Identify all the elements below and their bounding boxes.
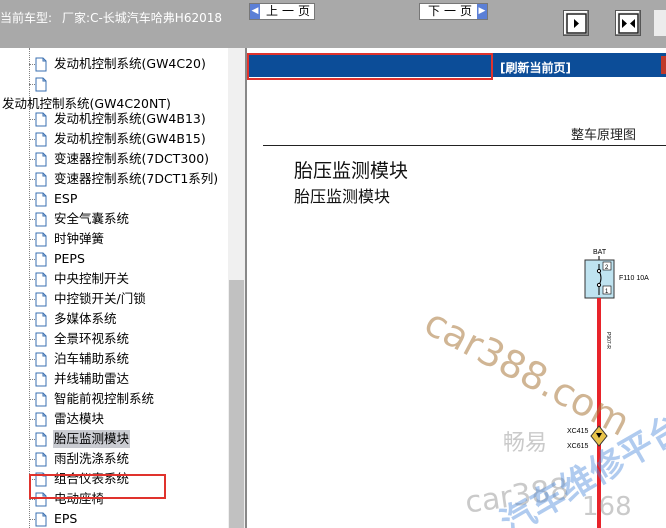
tree-item-label: 变速器控制系统(7DCT1系列) (54, 171, 219, 186)
tree-item[interactable]: 全景环视系统 (0, 330, 228, 348)
document-icon (35, 332, 47, 347)
edge-marker (661, 56, 666, 74)
document-icon (35, 152, 47, 167)
tree-item-label: 中控锁开关/门锁 (54, 291, 146, 306)
tree-item[interactable]: EPS (0, 510, 228, 528)
bat-label: BAT (593, 249, 607, 256)
tree-item[interactable]: 安全气囊系统 (0, 210, 228, 228)
nav-highlight-box (247, 53, 493, 80)
tree-item-label: 雷达模块 (54, 411, 105, 426)
tree-item[interactable]: 发动机控制系统(GW4C20) (0, 55, 228, 73)
document-icon (35, 172, 47, 187)
document-icon (35, 212, 47, 227)
tree-scrollbar[interactable] (228, 48, 245, 528)
tree-scrollbar-thumb[interactable] (229, 280, 244, 528)
tree-item[interactable]: 中控锁开关/门锁 (0, 290, 228, 308)
tree-item[interactable]: 发动机控制系统(GW4B13) (0, 110, 228, 128)
document-icon (35, 232, 47, 247)
prev-page-button[interactable]: ◀ 上一页 (249, 3, 315, 20)
tree-item-label: 雨刮洗涤系统 (54, 451, 130, 466)
document-icon (35, 112, 47, 127)
toolbar-edge (654, 10, 666, 36)
document-icon (35, 252, 47, 267)
model-value: 厂家:C-长城汽车哈弗H62018 (62, 11, 222, 25)
document-title: 胎压监测模块 (294, 160, 409, 182)
system-tree: 发动机控制系统(GW4C20) 发动机控制系统(GW4C20NT) 发动机控制系… (0, 48, 228, 528)
tree-item-label: 全景环视系统 (54, 331, 130, 346)
current-model-label: 当前车型: 厂家:C-长城汽车哈弗H62018 (0, 9, 222, 26)
watermark-brand: 畅易 (503, 431, 548, 456)
tree-item[interactable] (0, 75, 228, 93)
tree-item-label: 安全气囊系统 (54, 211, 130, 226)
arrow-right-icon: ▶ (477, 4, 487, 19)
document-header: 整车原理图 (571, 128, 637, 143)
prev-page-label: 上一页 (266, 4, 315, 18)
tree-item-label: EPS (54, 511, 78, 526)
document-icon (35, 272, 47, 287)
document-icon (35, 452, 47, 467)
tree-item-label: 发动机控制系统(GW4B15) (54, 131, 206, 146)
split-view-button[interactable] (615, 10, 641, 36)
tree-item[interactable]: PEPS (0, 250, 228, 268)
next-page-label: 下一页 (428, 4, 477, 18)
panel-icon (566, 13, 587, 34)
document-icon (35, 292, 47, 307)
fuse-label: F110 10A (619, 275, 649, 282)
document-icon (35, 512, 47, 527)
tree-item[interactable]: 雨刮洗涤系统 (0, 450, 228, 468)
tree-item[interactable]: ESP (0, 190, 228, 208)
header-rule (263, 145, 666, 146)
tree-item[interactable]: 雷达模块 (0, 410, 228, 428)
arrow-left-icon: ◀ (250, 4, 260, 19)
tree-item[interactable]: 变速器控制系统(7DCT1系列) (0, 170, 228, 188)
document-icon (35, 77, 47, 92)
document-icon (35, 57, 47, 72)
refresh-page-link[interactable]: [刷新当前页] (500, 59, 571, 76)
tree-item-label: 泊车辅助系统 (54, 351, 130, 366)
connector-xc415: XC415 (567, 428, 589, 435)
tree-item[interactable]: 变速器控制系统(7DCT300) (0, 150, 228, 168)
tree-item-label: 多媒体系统 (54, 311, 117, 326)
top-bar: 当前车型: 厂家:C-长城汽车哈弗H62018 (0, 0, 666, 48)
next-page-button[interactable]: 下一页 ▶ (419, 3, 488, 20)
tree-item-selected[interactable]: 胎压监测模块 (0, 430, 228, 448)
tree-item[interactable]: 泊车辅助系统 (0, 350, 228, 368)
tree-item-label: 发动机控制系统(GW4B13) (54, 111, 206, 126)
tree-item[interactable]: 时钟弹簧 (0, 230, 228, 248)
tree-item-label: 胎压监测模块 (53, 430, 131, 448)
toggle-panel-button[interactable] (563, 10, 589, 36)
tree-item-label: 时钟弹簧 (54, 231, 105, 246)
tree-item[interactable]: 智能前视控制系统 (0, 390, 228, 408)
fuse-terminal-top (596, 268, 602, 274)
document-icon (35, 352, 47, 367)
document-icon (35, 432, 47, 447)
tree-item[interactable]: 中央控制开关 (0, 270, 228, 288)
split-icon (618, 13, 639, 34)
document-icon (35, 392, 47, 407)
model-prefix: 当前车型: (0, 11, 53, 25)
document-icon (35, 372, 47, 387)
tree-item-label: 发动机控制系统(GW4C20) (54, 56, 206, 71)
tree-item[interactable]: 多媒体系统 (0, 310, 228, 328)
document-icon (35, 312, 47, 327)
fuse-terminal-bottom (596, 282, 602, 288)
tree-item-label: 中央控制开关 (54, 271, 130, 286)
tree-item-label: 变速器控制系统(7DCT300) (54, 151, 210, 166)
wire-label: P907-R (605, 332, 611, 349)
selected-item-highlight-box (29, 474, 166, 499)
document-icon (35, 132, 47, 147)
tree-item-label: ESP (54, 191, 78, 206)
document-icon (35, 412, 47, 427)
document-icon (35, 192, 47, 207)
tree-item-label: 并线辅助雷达 (54, 371, 130, 386)
tree-item[interactable]: 发动机控制系统(GW4B15) (0, 130, 228, 148)
tree-item-label: 智能前视控制系统 (54, 391, 155, 406)
watermark-number: 168 (582, 492, 632, 522)
tree-item[interactable]: 并线辅助雷达 (0, 370, 228, 388)
tree-item-label: PEPS (54, 251, 85, 266)
